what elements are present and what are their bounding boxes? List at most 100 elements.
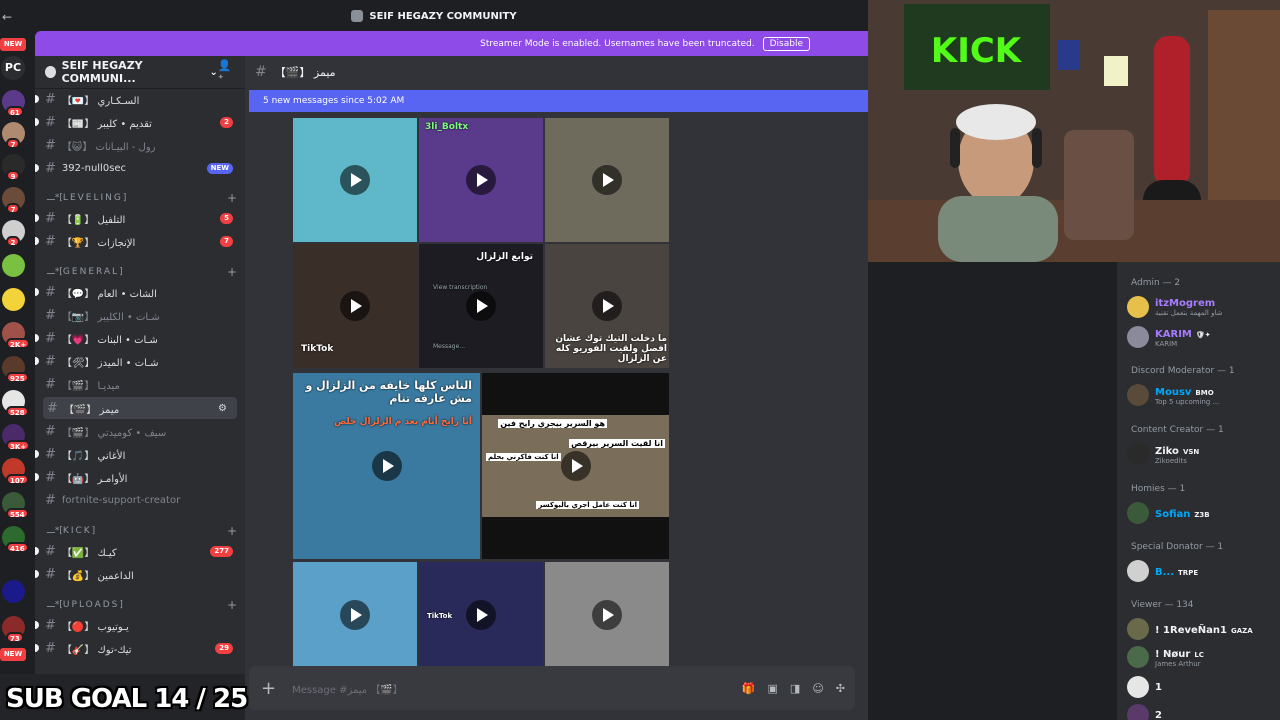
media-video[interactable]: 3li_Boltx <box>419 118 543 242</box>
channel-item[interactable]: # التلفيل 【🔋】 5 <box>35 207 245 229</box>
media-video[interactable]: توابع الزلزال View transcription Message… <box>419 244 543 368</box>
category-leveling[interactable]: ـــ*[LEVELING] + <box>47 190 237 206</box>
new-badge: NEW <box>0 38 26 51</box>
media-video[interactable]: TikTok <box>293 244 417 368</box>
media-video[interactable] <box>293 562 417 668</box>
message-input[interactable]: Message #ميمز 【🎬】 <box>292 681 403 696</box>
category-general[interactable]: ـــ*[GENERAL] + <box>47 264 237 280</box>
hash-icon: # <box>255 64 267 80</box>
play-icon <box>371 451 402 481</box>
sticker-icon[interactable]: ◨ <box>790 682 800 695</box>
member-item[interactable]: Ziko VSN Zikoedits <box>1127 441 1277 467</box>
add-channel-icon[interactable]: + <box>227 191 237 205</box>
gift-icon[interactable]: 🎁 <box>742 682 756 695</box>
add-channel-icon[interactable]: + <box>227 598 237 612</box>
member-item[interactable]: 2 <box>1127 702 1277 720</box>
channel-item[interactable]: # شـات • البنات 【💗】 <box>35 327 245 349</box>
category-kick[interactable]: ـــ*[KICK] + <box>47 523 237 539</box>
channel-item[interactable]: # شـات • الميدز 【🛠】 <box>35 350 245 372</box>
hash-icon: # <box>45 640 56 656</box>
hash-icon: # <box>45 353 56 369</box>
media-video[interactable]: ما دخلت التيك توك عشان افصل ولقيت الفوري… <box>545 244 669 368</box>
hash-icon: # <box>45 446 56 462</box>
channel-item[interactable]: # ميديـا 【🎬】 <box>35 373 245 395</box>
webcam-image: KICK <box>868 0 1280 262</box>
channel-item[interactable]: # يـوتيوب 【🔴】 <box>35 614 245 636</box>
category-label: ـــ*[KICK] <box>47 526 96 536</box>
channel-item[interactable]: # سيف • كوميدتي 【🎬】 <box>35 420 245 442</box>
channel-item[interactable]: # تقديم • كليبر 【📰】 2 <box>35 111 245 133</box>
category-uploads[interactable]: ـــ*[UPLOADS] + <box>47 597 237 613</box>
add-channel-icon[interactable]: + <box>227 265 237 279</box>
unread-indicator <box>35 621 39 629</box>
member-item[interactable]: Mousv BMO Top 5 upcoming ... <box>1127 382 1277 408</box>
media-video[interactable]: الناس كلها خايفه من الزلزال و مش عارفه ت… <box>293 373 480 559</box>
attach-plus-icon[interactable]: + <box>261 678 276 699</box>
server-icon[interactable] <box>2 288 25 311</box>
server-pc[interactable]: PC <box>1 56 25 80</box>
hash-icon: # <box>47 400 58 416</box>
member-item[interactable]: B... TRPE <box>1127 558 1277 584</box>
hash-icon: # <box>45 543 56 559</box>
disable-streamer-mode-button[interactable]: Disable <box>762 36 810 51</box>
channel-name: شـات • الكليبر 【📷】 <box>61 311 160 323</box>
gif-icon[interactable]: ▣ <box>768 682 778 695</box>
avatar <box>1127 296 1149 318</box>
hash-icon: # <box>45 284 56 300</box>
unread-indicator <box>35 334 39 342</box>
media-video[interactable]: TikTok <box>419 562 543 668</box>
new-messages-bar[interactable]: 5 new messages since 5:02 AM <box>249 90 868 112</box>
channel-item[interactable]: # كيـك 【✅】 277 <box>35 540 245 562</box>
channel-item[interactable]: # الشات • العام 【💬】 <box>35 281 245 303</box>
media-caption: الناس كلها خايفه من الزلزال و مش عارفه ت… <box>305 379 472 405</box>
channel-item[interactable]: # الأغاني 【🎵】 <box>35 443 245 465</box>
member-item[interactable]: ! 1ReveÑan1 GAZA <box>1127 616 1277 642</box>
unread-indicator <box>35 214 39 222</box>
channel-name: رول - البيـانات 【😺】 <box>61 141 156 153</box>
channel-sidebar: SEIF HEGAZY COMMUNI... ⌄ 👤⁺ # السـكـاري 【… <box>35 56 245 720</box>
apps-icon[interactable]: ✣ <box>836 682 845 695</box>
server-icon[interactable] <box>2 580 25 603</box>
member-name: B... <box>1155 566 1175 578</box>
channel-item[interactable]: #392-null0sec NEW <box>35 157 245 179</box>
channel-item[interactable]: # الداعمين 【💰】 <box>35 563 245 585</box>
server-icon[interactable] <box>2 254 25 277</box>
play-icon <box>340 600 370 630</box>
member-item[interactable]: itzMogrem شاو المهمة بتعمل تقنية <box>1127 294 1277 320</box>
window-titlebar: SEIF HEGAZY COMMUNITY <box>0 0 868 32</box>
hash-icon: # <box>45 617 56 633</box>
member-item[interactable]: KARIM 🛡✦ KARIM <box>1127 324 1277 350</box>
member-item[interactable]: 1 <box>1127 674 1277 700</box>
mention-count-badge: 5 <box>220 212 233 224</box>
add-channel-icon[interactable]: + <box>227 524 237 538</box>
add-user-icon[interactable]: 👤⁺ <box>218 59 235 85</box>
emoji-icon[interactable]: ☺ <box>812 682 823 695</box>
channel-name: السـكـاري 【💌】 <box>61 95 140 107</box>
media-video[interactable] <box>545 118 669 242</box>
channel-item[interactable]: # تيك-توك 【🎸】 29 <box>35 637 245 659</box>
channel-settings-icon[interactable]: ⚙ <box>218 403 227 414</box>
media-video[interactable] <box>293 118 417 242</box>
channel-item[interactable]: # الإنجازات 【🏆】 7 <box>35 230 245 252</box>
member-status: KARIM <box>1155 339 1178 348</box>
channel-item[interactable]: # السـكـاري 【💌】 <box>35 88 245 110</box>
channel-item[interactable]: # رول - البيـانات 【😺】 <box>35 134 245 156</box>
message-composer[interactable]: + Message #ميمز 【🎬】 🎁 ▣ ◨ ☺ ✣ <box>249 666 855 710</box>
channel-name: تيك-توك 【🎸】 <box>61 644 132 656</box>
category-label: ـــ*[GENERAL] <box>47 267 123 277</box>
media-video[interactable]: هو السرير بيجري رايح فين انا لقيت السرير… <box>482 373 669 559</box>
channel-item[interactable]: # الأوامـر 【🤖】 <box>35 466 245 488</box>
server-badge: 925 <box>6 372 29 383</box>
back-arrow-icon[interactable]: ← <box>2 10 12 24</box>
hash-icon: # <box>45 469 56 485</box>
server-header[interactable]: SEIF HEGAZY COMMUNI... ⌄ 👤⁺ <box>35 56 245 89</box>
media-video[interactable] <box>545 562 669 668</box>
channel-item-selected[interactable]: # ميمز 【🎬】 ⚙ <box>43 397 237 419</box>
channel-item[interactable]: # شـات • الكليبر 【📷】 <box>35 304 245 326</box>
member-tag: TRPE <box>1178 568 1199 577</box>
server-badge: 528 <box>6 406 29 417</box>
member-item[interactable]: ! Nøur LC James Arthur <box>1127 644 1277 670</box>
media-caption: انا لقيت السرير بيرقص <box>569 439 665 448</box>
channel-item[interactable]: # fortnite-support-creator <box>35 489 245 511</box>
member-item[interactable]: Sofian Z3B <box>1127 500 1277 526</box>
